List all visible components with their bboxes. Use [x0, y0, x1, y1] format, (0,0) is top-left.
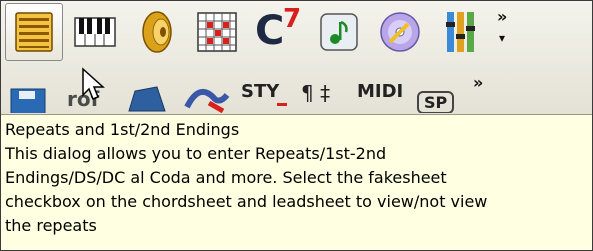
chevron-down-icon: ▾: [499, 31, 506, 45]
piano-button[interactable]: [66, 3, 124, 61]
repeats-icon: [15, 12, 53, 52]
chord-label: C: [255, 8, 285, 54]
disc-button[interactable]: [371, 3, 429, 61]
sp-button[interactable]: SP: [411, 73, 465, 113]
tooltip-line: checkbox on the chordsheet and leadsheet…: [5, 192, 488, 211]
mixer-icon: [446, 12, 475, 52]
style-label: STY: [241, 81, 280, 102]
grid-icon: [197, 12, 237, 52]
toolbar-row-2: rof STY ¶ ‡ MIDI SP »: [5, 73, 491, 113]
repeats-button[interactable]: [5, 3, 63, 61]
style-button[interactable]: STY: [237, 73, 291, 113]
sp-label: SP: [417, 91, 455, 113]
toolbar: C 7 » ▾ rof STY ¶ ‡ MIDI SP »: [1, 1, 592, 114]
save-song-button[interactable]: [5, 73, 59, 113]
midi-label: MIDI: [357, 81, 404, 102]
grid-button[interactable]: [188, 3, 246, 61]
tooltip-title: Repeats and 1st/2nd Endings: [5, 120, 240, 139]
floppy-icon: [10, 88, 46, 113]
chord-button[interactable]: C 7: [249, 3, 307, 61]
open-button[interactable]: [121, 73, 175, 113]
tooltip: Repeats and 1st/2nd Endings This dialog …: [1, 114, 592, 250]
music-note-button[interactable]: [310, 3, 368, 61]
chord-icon: C 7: [253, 4, 303, 54]
row1-overflow[interactable]: » ▾: [493, 3, 513, 61]
folder-icon: [128, 86, 166, 112]
notation-icon: ¶ ‡: [301, 81, 331, 105]
mixer-button[interactable]: [432, 3, 490, 61]
chevron-double-right-icon: »: [497, 7, 508, 26]
midi-button[interactable]: MIDI: [353, 73, 407, 113]
tooltip-line: Endings/DS/DC al Coda and more. Select t…: [5, 168, 447, 187]
song-button[interactable]: [179, 73, 233, 113]
chevron-double-right-icon: »: [473, 73, 484, 92]
app-frame: C 7 » ▾ rof STY ¶ ‡ MIDI SP » Repeats an…: [0, 0, 593, 251]
speaker-button[interactable]: [127, 3, 185, 61]
toolbar-row-1: C 7 » ▾: [5, 3, 513, 65]
chord-superscript: 7: [283, 4, 302, 34]
row2-overflow[interactable]: »: [469, 73, 491, 113]
swirl-icon: [184, 88, 230, 113]
notation-button[interactable]: ¶ ‡: [295, 73, 349, 113]
tooltip-line: This dialog allows you to enter Repeats/…: [5, 144, 387, 163]
piano-icon: [74, 17, 116, 47]
style-underline: [277, 103, 287, 106]
disc-icon: [380, 12, 420, 52]
tooltip-line: the repeats: [5, 216, 97, 235]
music-note-icon: [320, 13, 358, 51]
mouse-cursor-icon: [82, 67, 105, 100]
speaker-icon: [142, 11, 172, 53]
